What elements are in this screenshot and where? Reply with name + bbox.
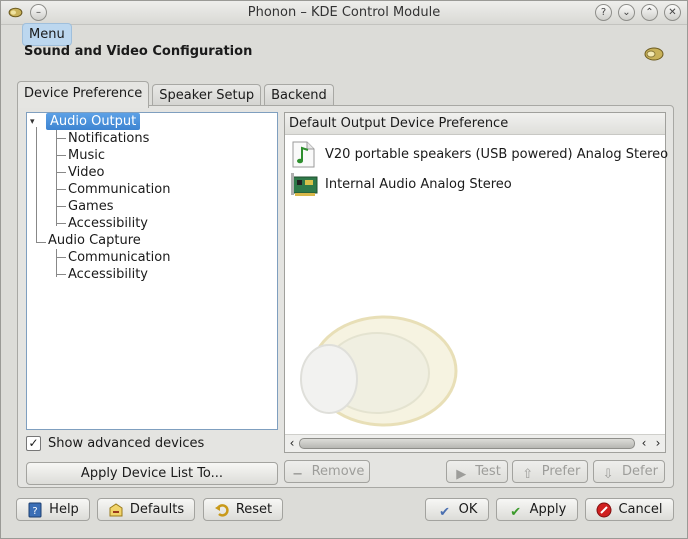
tree-item-audio-output[interactable]: Audio Output [46,113,141,130]
apply-device-list-label: Apply Device List To... [80,466,224,481]
title-bar-right-controls: ? ⌄ ⌃ ✕ [595,4,681,21]
tree-item-music[interactable]: Music [68,147,105,164]
speaker-icon [644,47,664,61]
tree-line [56,206,66,207]
cancel-button[interactable]: Cancel [585,498,674,521]
tree-line [56,138,66,139]
defaults-icon [109,502,123,516]
tree-item-games[interactable]: Games [68,198,113,215]
tree-line [56,249,57,277]
remove-button[interactable]: − Remove [284,460,370,483]
show-advanced-devices-row[interactable]: ✓ Show advanced devices [26,436,204,451]
title-bar: – Phonon – KDE Control Module ? ⌄ ⌃ ✕ [1,1,687,25]
checkmark-icon: ✔ [510,504,522,520]
test-label: Test [475,464,501,479]
device-preference-panel: ▾ Audio Output Notifications Music Video… [17,105,674,488]
test-button[interactable]: ▶ Test [446,460,508,483]
kde-control-window: – Phonon – KDE Control Module ? ⌄ ⌃ ✕ Me… [0,0,688,539]
device-row[interactable]: Internal Audio Analog Stereo [289,169,512,199]
tree-line [36,127,37,243]
tree-line [56,130,57,226]
device-label: V20 portable speakers (USB powered) Anal… [325,146,669,162]
tree-line [56,172,66,173]
tree-line [56,274,66,275]
arrow-up-icon: ⇧ [522,466,534,482]
scrollbar-thumb[interactable] [299,438,635,449]
tab-device-preference[interactable]: Device Preference [17,81,150,108]
category-tree[interactable]: ▾ Audio Output Notifications Music Video… [26,112,278,430]
apply-device-list-button[interactable]: Apply Device List To... [26,462,278,485]
page-title: Sound and Video Configuration [24,44,253,59]
window-title: Phonon – KDE Control Module [247,5,441,20]
dialog-button-bar: ? Help Defaults Reset ✔ OK ✔ Apply Cance… [1,498,687,528]
maximize-icon[interactable]: ⌃ [641,4,658,21]
tab-bar: Device Preference Speaker Setup Backend [17,81,337,108]
cancel-label: Cancel [618,502,663,517]
prefer-label: Prefer [541,464,581,479]
checkmark-icon: ✔ [439,504,451,520]
menu-button[interactable]: Menu [22,23,72,46]
horizontal-scrollbar[interactable]: ‹ ‹ › [285,434,665,452]
help-book-icon: ? [28,502,42,517]
minimize-icon[interactable]: ⌄ [618,4,635,21]
arrow-down-icon: ⇩ [602,466,614,482]
tree-item-capture-accessibility[interactable]: Accessibility [68,266,148,283]
output-device-list[interactable]: Default Output Device Preference V20 por… [284,112,668,453]
scroll-left-arrow-icon[interactable]: ‹ [637,435,651,452]
reset-button[interactable]: Reset [203,498,283,521]
help-icon[interactable]: ? [595,4,612,21]
device-list-header: Default Output Device Preference [285,113,665,135]
prefer-button[interactable]: ⇧ Prefer [512,460,588,483]
device-label: Internal Audio Analog Stereo [325,176,512,192]
undo-icon [214,503,229,517]
defaults-button[interactable]: Defaults [97,498,195,521]
scroll-left-arrow-icon[interactable]: ‹ [285,435,299,452]
play-icon: ▶ [456,466,467,482]
cancel-icon [596,502,612,517]
music-note-icon [292,141,315,168]
show-advanced-label: Show advanced devices [48,436,205,451]
tree-line [56,223,66,224]
reset-label: Reset [235,502,273,517]
tree-item-communication[interactable]: Communication [68,181,170,198]
sound-card-icon [291,173,318,196]
apply-label: Apply [529,502,567,517]
tree-item-capture-communication[interactable]: Communication [68,249,170,266]
help-label: Help [49,502,79,517]
collapse-arrow-icon[interactable]: ▾ [30,117,40,127]
ok-button[interactable]: ✔ OK [425,498,489,521]
tree-line [56,257,66,258]
minus-icon: − [292,466,304,482]
tree-item-notifications[interactable]: Notifications [68,130,149,147]
tree-item-accessibility[interactable]: Accessibility [68,215,148,232]
ok-label: OK [458,502,478,517]
tree-line [56,189,66,190]
tree-line [36,242,46,243]
defaults-label: Defaults [129,502,185,517]
close-icon[interactable]: ✕ [664,4,681,21]
tree-item-video[interactable]: Video [68,164,104,181]
scroll-right-arrow-icon[interactable]: › [651,435,665,452]
speaker-watermark [300,315,458,427]
svg-text:?: ? [33,506,38,517]
tree-line [56,155,66,156]
device-row[interactable]: V20 portable speakers (USB powered) Anal… [289,139,668,169]
apply-button[interactable]: ✔ Apply [496,498,578,521]
show-advanced-checkbox[interactable]: ✓ [26,436,41,451]
help-button[interactable]: ? Help [16,498,90,521]
remove-label: Remove [311,464,365,479]
tree-item-audio-capture[interactable]: Audio Capture [48,232,141,249]
defer-label: Defer [622,464,658,479]
defer-button[interactable]: ⇩ Defer [593,460,665,483]
